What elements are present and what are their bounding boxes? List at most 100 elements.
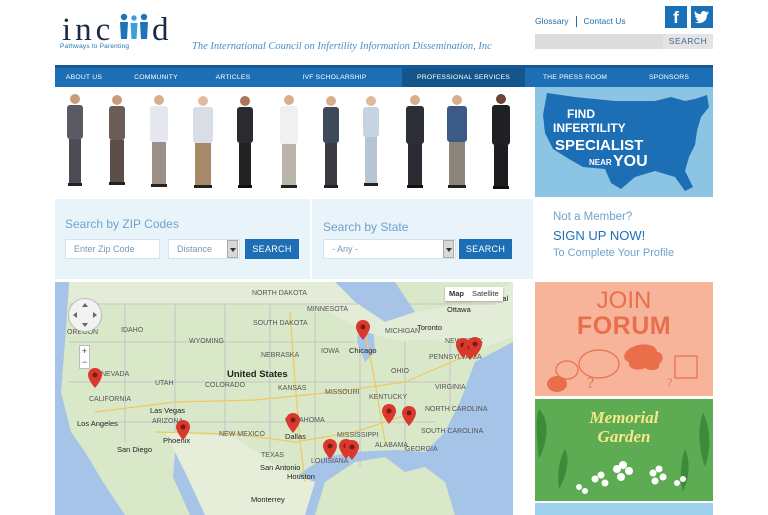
- map-state-label: COLORADO: [205, 382, 246, 389]
- map-zoom-control: + −: [79, 345, 90, 369]
- distance-dropdown-icon[interactable]: [227, 240, 238, 258]
- map-city-label: Monterrey: [251, 495, 285, 504]
- map-pan-control[interactable]: [68, 298, 102, 332]
- map-city-label: Los Angeles: [77, 419, 118, 428]
- nav-about-us[interactable]: ABOUT US: [55, 68, 113, 87]
- find-you: YOU: [613, 153, 648, 170]
- map-state-label: KANSAS: [278, 385, 307, 392]
- contact-link[interactable]: Contact Us: [584, 16, 626, 26]
- map-state-label: VIRGINIA: [435, 384, 466, 391]
- member-signup-panel[interactable]: Not a Member? SIGN UP NOW! To Complete Y…: [535, 199, 713, 279]
- people-group-image: [67, 94, 510, 189]
- map-state-label: NEVADA: [101, 371, 130, 378]
- state-search-panel: Search by State - Any - SEARCH: [312, 199, 533, 279]
- member-profile-text: To Complete Your Profile: [553, 247, 675, 259]
- speech-bubbles-icon: ? ?: [547, 344, 698, 392]
- find-specialist-banner[interactable]: FIND INFERTILITY SPECIALIST NEAR YOU: [535, 87, 713, 197]
- map-pin-icon[interactable]: [345, 440, 359, 460]
- find-line1: FIND: [567, 107, 595, 121]
- map-state-label: SOUTH CAROLINA: [421, 428, 484, 435]
- map-state-label: ALABAMA: [375, 442, 409, 449]
- signup-link[interactable]: SIGN UP NOW!: [553, 228, 645, 243]
- org-name: The International Council on Infertility…: [192, 41, 492, 52]
- map-type-map-button[interactable]: Map: [445, 287, 468, 301]
- facebook-icon[interactable]: f: [665, 6, 687, 28]
- map-state-label: IDAHO: [121, 327, 144, 334]
- map-state-label: OHIO: [391, 368, 409, 375]
- state-search-button[interactable]: SEARCH: [459, 239, 512, 259]
- glossary-link[interactable]: Glossary: [535, 16, 569, 26]
- logo-tagline: Pathways to Parenting: [60, 43, 130, 50]
- main-nav: ABOUT US COMMUNITY ARTICLES IVF SCHOLARS…: [55, 65, 713, 87]
- map-city-label: Toronto: [417, 323, 443, 332]
- map-city-label: San Diego: [117, 445, 153, 454]
- map-pin-icon[interactable]: [382, 404, 396, 424]
- map-pin-icon[interactable]: [356, 320, 370, 340]
- map-city-label: San Antonio: [260, 463, 301, 472]
- zoom-out-button[interactable]: −: [80, 357, 89, 368]
- map-pin-icon[interactable]: [402, 406, 416, 426]
- twitter-icon[interactable]: [691, 6, 713, 28]
- map-state-label: MINNESOTA: [307, 306, 349, 313]
- map-state-label: MISSISSIPPI: [337, 432, 379, 439]
- state-search-title: Search by State: [323, 220, 409, 234]
- top-links: Glossary Contact Us: [535, 16, 626, 28]
- map-state-label: TEXAS: [261, 452, 284, 459]
- map-city-label: Dallas: [285, 432, 306, 441]
- map-pin-icon[interactable]: [176, 420, 190, 440]
- map-city-label: Las Vegas: [150, 406, 186, 415]
- nav-press-room[interactable]: THE PRESS ROOM: [525, 68, 625, 87]
- find-line3: SPECIALIST: [555, 137, 644, 154]
- hero-people-image: [55, 87, 533, 197]
- search-input[interactable]: [535, 34, 663, 49]
- map-city-label: Houston: [287, 472, 315, 481]
- nav-community[interactable]: COMMUNITY: [113, 68, 199, 87]
- state-select[interactable]: - Any -: [323, 239, 456, 259]
- logo-people-icon: [120, 13, 148, 39]
- nav-ivf-scholarship[interactable]: IVF SCHOLARSHIP: [267, 68, 402, 87]
- logo-text-end: d: [152, 12, 169, 48]
- map-city-label: Ottawa: [447, 305, 471, 314]
- nav-articles[interactable]: ARTICLES: [199, 68, 267, 87]
- find-line2: INFERTILITY: [553, 121, 626, 135]
- zip-search-title: Search by ZIP Codes: [65, 217, 179, 231]
- zip-search-panel: Search by ZIP Codes Enter Zip Code Dista…: [55, 199, 310, 279]
- memorial-garden-banner[interactable]: Memorial Garden: [535, 399, 713, 501]
- map-type-satellite-button[interactable]: Satellite: [468, 287, 503, 301]
- map-state-label: IOWA: [321, 348, 340, 355]
- map-city-label: Chicago: [349, 346, 377, 355]
- specialist-map[interactable]: OREGON IDAHO WYOMING NEVADA CALIFORNIA U…: [55, 282, 513, 515]
- flowers-icon: [536, 409, 710, 494]
- join-title: JOIN: [596, 287, 652, 314]
- zoom-in-button[interactable]: +: [80, 346, 89, 357]
- map-pin-icon[interactable]: [88, 368, 102, 388]
- map-state-label: WYOMING: [189, 338, 224, 345]
- find-near: NEAR: [589, 158, 612, 167]
- twitter-bird-icon: [694, 10, 709, 24]
- map-state-label: MISSOURI: [325, 389, 360, 396]
- map-state-label: MICHIGAN: [385, 328, 420, 335]
- search-button[interactable]: SEARCH: [663, 34, 713, 49]
- map-state-label: UTAH: [155, 380, 174, 387]
- link-divider: [575, 16, 577, 28]
- map-state-label: SOUTH DAKOTA: [253, 320, 308, 327]
- state-dropdown-icon[interactable]: [443, 240, 454, 258]
- map-pin-icon[interactable]: [323, 439, 337, 459]
- map-state-label: KENTUCKY: [369, 394, 408, 401]
- map-state-label: NEW MEXICO: [219, 431, 265, 438]
- join-forum-banner[interactable]: JOIN FORUM ? ?: [535, 282, 713, 396]
- forum-title: FORUM: [576, 312, 672, 340]
- svg-text:?: ?: [587, 375, 594, 392]
- map-state-label: LOUISIANA: [311, 458, 349, 465]
- member-question: Not a Member?: [553, 211, 633, 223]
- zip-search-button[interactable]: SEARCH: [245, 239, 299, 259]
- nav-sponsors[interactable]: SPONSORS: [625, 68, 713, 87]
- map-pin-icon[interactable]: [286, 413, 300, 433]
- map-type-control: Map Satellite: [445, 287, 503, 301]
- map-pin-icon[interactable]: [468, 337, 482, 357]
- map-country-label: United States: [227, 369, 288, 380]
- map-state-label: NORTH CAROLINA: [425, 406, 488, 413]
- map-state-label: NORTH DAKOTA: [252, 290, 307, 297]
- nav-professional-services[interactable]: PROFESSIONAL SERVICES: [402, 68, 525, 87]
- zip-code-input[interactable]: Enter Zip Code: [65, 239, 160, 259]
